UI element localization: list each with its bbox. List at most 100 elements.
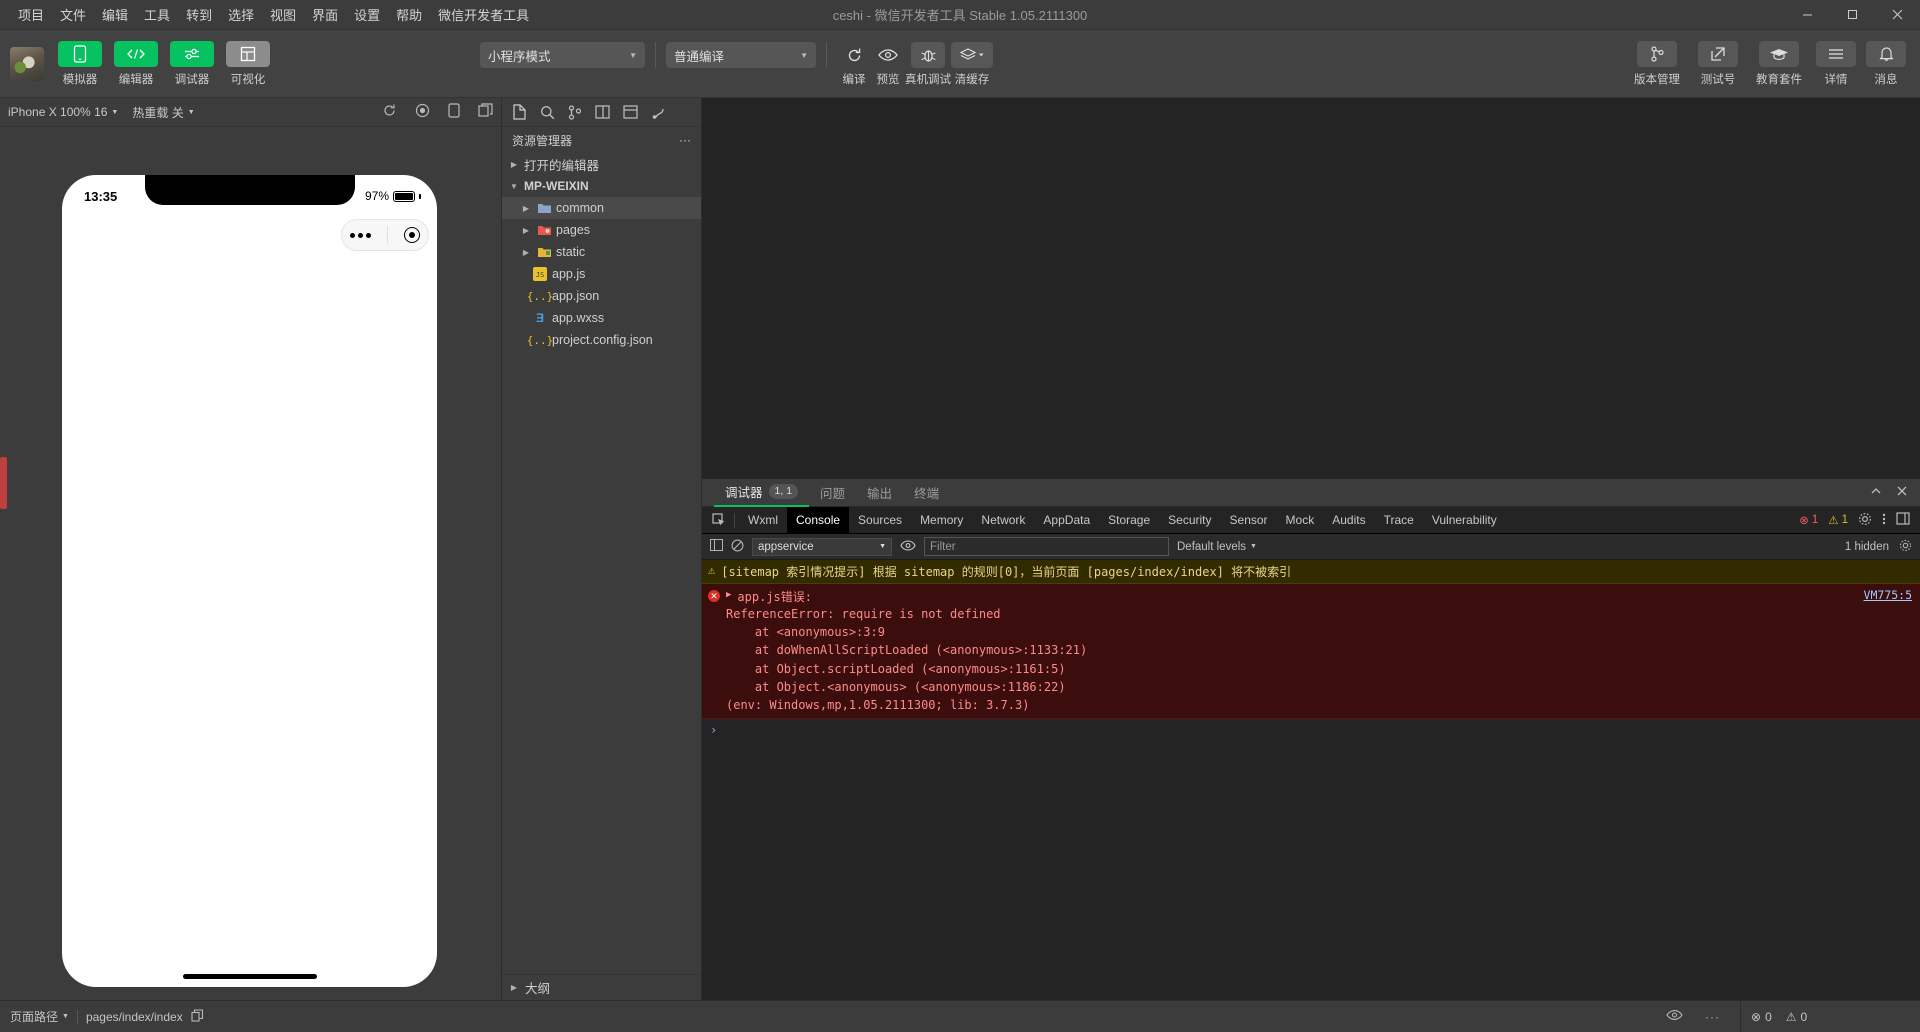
editor-toggle-button[interactable]: 编辑器 — [112, 40, 160, 87]
remote-debug-button[interactable]: 真机调试 — [905, 40, 951, 87]
maximize-button[interactable] — [1830, 0, 1875, 30]
chevron-up-icon[interactable] — [1870, 485, 1882, 500]
compile-mode-select[interactable]: 普通编译 ▼ — [666, 42, 816, 68]
tree-item-app-json[interactable]: {..} app.json — [502, 285, 701, 307]
simulator-toggle-button[interactable]: 模拟器 — [56, 40, 104, 87]
chevron-down-icon[interactable]: ▼ — [508, 182, 520, 191]
hot-reload-select[interactable]: 热重载 关 ▼ — [132, 104, 194, 121]
debugger-toggle-button[interactable]: 调试器 — [168, 40, 216, 87]
paint-icon[interactable] — [651, 105, 666, 120]
mode-select[interactable]: 小程序模式 ▼ — [480, 42, 645, 68]
devtools-tab-sensor[interactable]: Sensor — [1221, 507, 1277, 534]
tab-terminal[interactable]: 终端 — [903, 479, 950, 507]
chevron-right-icon[interactable]: ▶ — [508, 983, 520, 992]
devtools-tab-storage[interactable]: Storage — [1099, 507, 1159, 534]
tree-item-app-wxss[interactable]: Ǝ app.wxss — [502, 307, 701, 329]
console-warning-message[interactable]: ⚠ [sitemap 索引情况提示] 根据 sitemap 的规则[0]，当前页… — [702, 560, 1920, 584]
visualization-toggle-button[interactable]: 可视化 — [224, 40, 272, 87]
menu-item-0[interactable]: 项目 — [10, 1, 52, 28]
dock-panel-icon[interactable] — [1896, 512, 1910, 528]
tree-item-app-js[interactable]: JS app.js — [502, 263, 701, 285]
tab-output[interactable]: 输出 — [856, 479, 903, 507]
console-level-select[interactable]: Default levels ▼ — [1177, 541, 1257, 553]
console-source-link[interactable]: VM775:5 — [1864, 588, 1912, 602]
tree-item-mp-weixin[interactable]: ▼ MP-WEIXIN — [502, 175, 701, 197]
tree-item-project-config[interactable]: {..} project.config.json — [502, 329, 701, 351]
source-control-icon[interactable] — [568, 104, 582, 120]
menu-item-2[interactable]: 编辑 — [94, 1, 136, 28]
menu-item-9[interactable]: 帮助 — [388, 1, 430, 28]
files-icon[interactable] — [512, 104, 527, 120]
panel-drag-handle[interactable] — [0, 457, 7, 509]
test-account-button[interactable]: 测试号 — [1694, 40, 1742, 87]
chevron-right-icon[interactable]: ▶ — [508, 160, 520, 169]
search-icon[interactable] — [540, 105, 555, 120]
tab-debugger[interactable]: 调试器 1, 1 — [714, 479, 810, 507]
capsule-close-icon[interactable] — [404, 227, 420, 243]
capsule-more-icon[interactable] — [350, 232, 371, 238]
preview-button[interactable]: 预览 — [871, 40, 905, 87]
refresh-icon[interactable] — [382, 103, 397, 121]
chevron-right-icon[interactable]: ▶ — [520, 226, 532, 235]
explorer-more-icon[interactable]: ··· — [679, 133, 691, 147]
split-editor-icon[interactable] — [595, 105, 610, 119]
copy-icon[interactable] — [191, 1008, 204, 1025]
chevron-right-icon[interactable]: ▶ — [520, 248, 532, 257]
console-error-message[interactable]: ✕ ▶ app.js错误: ReferenceError: require is… — [702, 584, 1920, 720]
console-output[interactable]: ⚠ [sitemap 索引情况提示] 根据 sitemap 的规则[0]，当前页… — [702, 560, 1920, 1000]
more-icon[interactable]: ··· — [1705, 1010, 1720, 1024]
inspect-element-icon[interactable] — [702, 513, 734, 527]
eye-icon[interactable] — [900, 539, 916, 554]
page-path-select[interactable]: 页面路径 ▼ — [10, 1008, 69, 1025]
devtools-tab-network[interactable]: Network — [972, 507, 1034, 534]
devtools-tab-appdata[interactable]: AppData — [1034, 507, 1099, 534]
compile-button[interactable]: 编译 — [837, 40, 871, 87]
devtools-tab-trace[interactable]: Trace — [1375, 507, 1423, 534]
console-filter-input[interactable]: Filter — [924, 537, 1169, 556]
clear-cache-button[interactable]: 清缓存 — [951, 40, 993, 87]
devtools-tab-wxml[interactable]: Wxml — [739, 507, 787, 534]
gear-icon[interactable] — [1858, 512, 1872, 529]
devtools-tab-console[interactable]: Console — [787, 506, 850, 534]
tree-item-common[interactable]: ▶ common — [502, 197, 701, 219]
screenshot-icon[interactable] — [478, 103, 493, 121]
status-problem-counts[interactable]: ⊗ 0 ⚠ 0 — [1740, 1000, 1920, 1032]
eye-icon[interactable] — [1666, 1009, 1683, 1024]
menu-item-1[interactable]: 文件 — [52, 1, 94, 28]
menu-item-8[interactable]: 设置 — [346, 1, 388, 28]
console-prompt[interactable]: › — [702, 719, 1920, 741]
devtools-tab-mock[interactable]: Mock — [1277, 507, 1324, 534]
tree-item-static[interactable]: ▶ static — [502, 241, 701, 263]
menu-item-4[interactable]: 转到 — [178, 1, 220, 28]
console-sidebar-icon[interactable] — [710, 539, 723, 554]
education-kit-button[interactable]: 教育套件 — [1752, 40, 1806, 87]
phone-frame[interactable]: 13:35 97% — [62, 175, 437, 987]
editor-area[interactable] — [702, 98, 1920, 479]
console-settings-icon[interactable] — [1899, 539, 1912, 555]
menu-item-3[interactable]: 工具 — [136, 1, 178, 28]
more-vertical-icon[interactable] — [1882, 512, 1886, 529]
version-control-button[interactable]: 版本管理 — [1630, 40, 1684, 87]
devtools-tab-vulnerability[interactable]: Vulnerability — [1423, 507, 1506, 534]
record-icon[interactable] — [415, 103, 430, 121]
collapse-icon[interactable] — [623, 105, 638, 119]
avatar[interactable] — [10, 46, 44, 81]
error-count-indicator[interactable]: ⊗ 1 — [1799, 513, 1818, 527]
console-context-select[interactable]: appservice ▼ — [752, 537, 892, 556]
outline-section[interactable]: ▶ 大纲 — [502, 974, 701, 1000]
chevron-right-icon[interactable]: ▶ — [520, 204, 532, 213]
device-select[interactable]: iPhone X 100% 16 ▼ — [8, 105, 118, 119]
menu-item-10[interactable]: 微信开发者工具 — [430, 1, 537, 28]
menu-item-6[interactable]: 视图 — [262, 1, 304, 28]
warning-count-indicator[interactable]: ⚠ 1 — [1828, 513, 1848, 527]
messages-button[interactable]: 消息 — [1866, 40, 1906, 87]
devtools-tab-sources[interactable]: Sources — [849, 507, 911, 534]
expand-arrow-icon[interactable]: ▶ — [726, 590, 731, 600]
devtools-tab-security[interactable]: Security — [1159, 507, 1220, 534]
menu-item-7[interactable]: 界面 — [304, 1, 346, 28]
wechat-capsule-menu[interactable] — [341, 219, 429, 251]
tree-item-pages[interactable]: ▶ pages — [502, 219, 701, 241]
device-rotate-icon[interactable] — [448, 103, 460, 121]
close-icon[interactable] — [1896, 485, 1908, 500]
details-button[interactable]: 详情 — [1816, 40, 1856, 87]
